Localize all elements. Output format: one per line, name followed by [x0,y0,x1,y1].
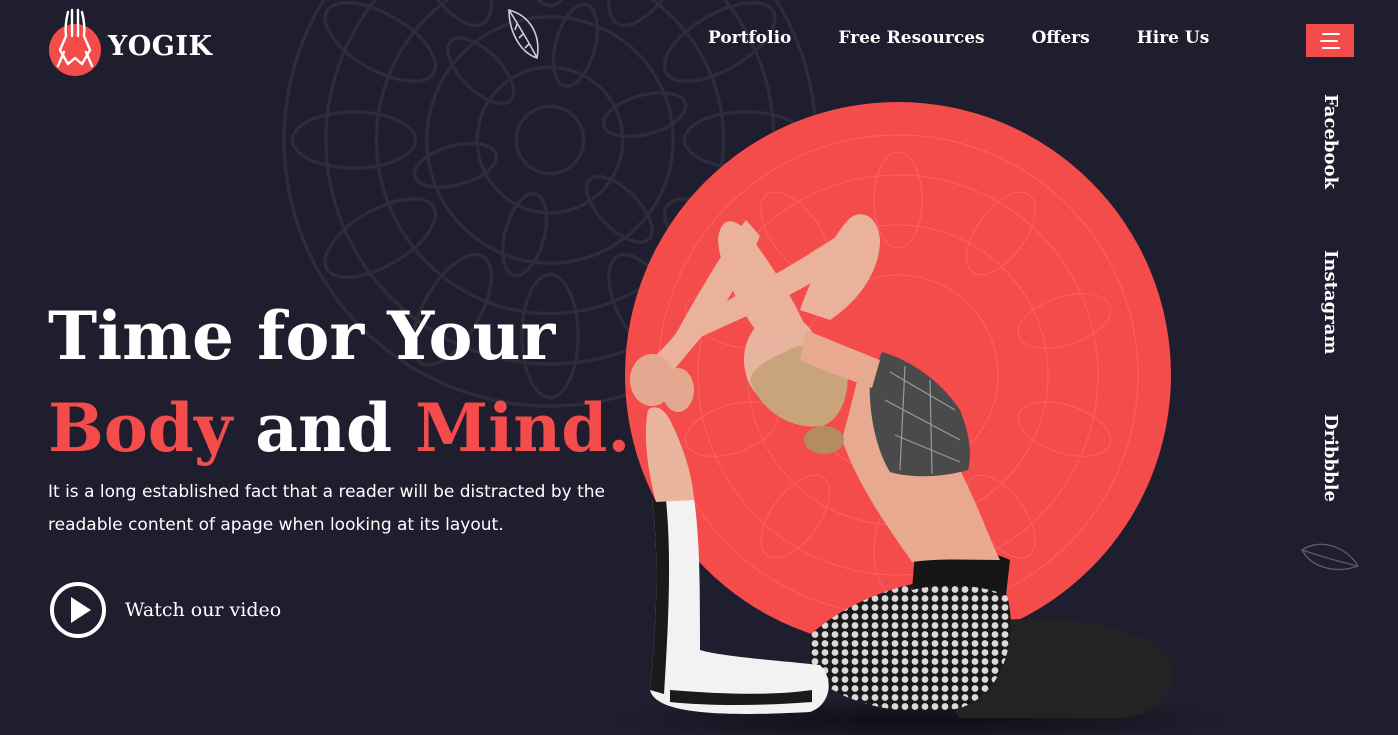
menu-button[interactable] [1306,24,1354,57]
hero-title: Time for Your Body and Mind. [48,290,630,474]
hero-title-and: and [232,389,416,467]
social-dribbble[interactable]: Dribbble [1320,414,1341,502]
nav-free-resources[interactable]: Free Resources [838,28,984,48]
social-instagram[interactable]: Instagram [1320,250,1341,354]
hero-title-body: Body [48,389,233,467]
hero-title-mind: Mind. [415,389,631,467]
play-icon[interactable] [48,580,108,640]
social-facebook[interactable]: Facebook [1320,94,1341,189]
brand-name: YOGIK [108,30,213,62]
yoga-pose-illustration [600,102,1240,735]
leaf-icon [508,8,539,60]
main-nav: Portfolio Free Resources Offers Hire Us [708,28,1209,48]
hero-title-line1: Time for Your [48,297,556,375]
watch-video-label[interactable]: Watch our video [125,599,281,621]
watch-video-button[interactable]: Watch our video [48,580,281,640]
brand-logo[interactable]: YOGIK [48,6,212,76]
landing-page: YOGIK Portfolio Free Resources Offers Hi… [0,0,1398,735]
nav-offers[interactable]: Offers [1032,28,1090,48]
hero-description: It is a long established fact that a rea… [48,482,605,535]
hamburger-icon [1320,32,1340,49]
praying-hands-logo-icon [49,8,101,76]
leaf-icon [1301,543,1360,571]
nav-hire-us[interactable]: Hire Us [1137,28,1210,48]
nav-portfolio[interactable]: Portfolio [708,28,791,48]
